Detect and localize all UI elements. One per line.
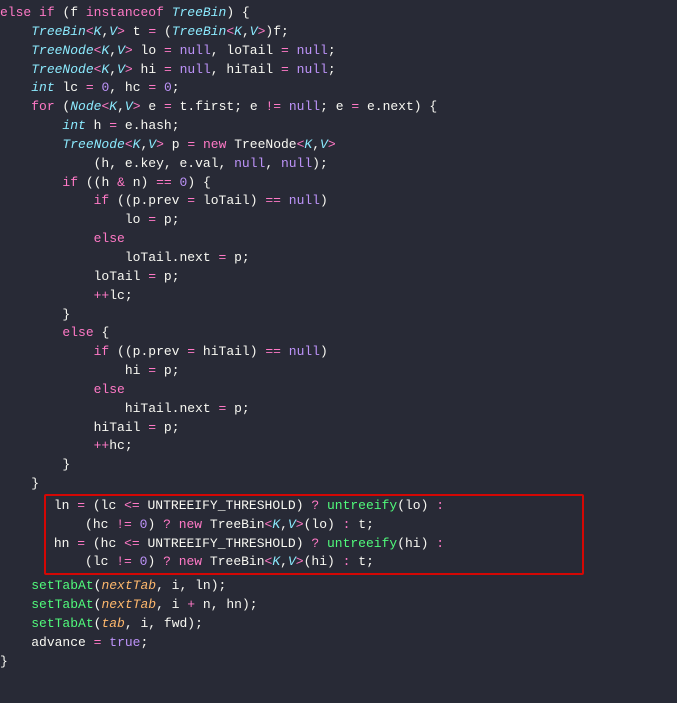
code-line: int h = e.hash; — [0, 117, 677, 136]
code-line: } — [0, 653, 677, 672]
keyword-else: else — [0, 5, 31, 20]
code-line: else — [0, 230, 677, 249]
code-line: TreeNode<K,V> p = new TreeNode<K,V> — [0, 136, 677, 155]
code-line: else if (f instanceof TreeBin) { — [0, 4, 677, 23]
code-line: loTail = p; — [0, 268, 677, 287]
code-line: TreeNode<K,V> lo = null, loTail = null; — [0, 42, 677, 61]
code-line: } — [0, 475, 677, 494]
highlight-box: ln = (lc <= UNTREEIFY_THRESHOLD) ? untre… — [44, 494, 584, 575]
code-line: if ((p.prev = loTail) == null) — [0, 192, 677, 211]
code-line: lo = p; — [0, 211, 677, 230]
code-line: TreeNode<K,V> hi = null, hiTail = null; — [0, 61, 677, 80]
keyword-instanceof: instanceof — [86, 5, 164, 20]
code-line: if ((h & n) == 0) { — [0, 174, 677, 193]
code-line: ++lc; — [0, 287, 677, 306]
code-line: (h, e.key, e.val, null, null); — [0, 155, 677, 174]
code-line: TreeBin<K,V> t = (TreeBin<K,V>)f; — [0, 23, 677, 42]
code-line: loTail.next = p; — [0, 249, 677, 268]
code-line: setTabAt(nextTab, i + n, hn); — [0, 596, 677, 615]
code-line: hn = (hc <= UNTREEIFY_THRESHOLD) ? untre… — [46, 535, 582, 554]
code-line: else { — [0, 324, 677, 343]
code-line: hiTail.next = p; — [0, 400, 677, 419]
code-line: setTabAt(tab, i, fwd); — [0, 615, 677, 634]
keyword-if: if — [39, 5, 55, 20]
code-line: else — [0, 381, 677, 400]
code-line: ++hc; — [0, 437, 677, 456]
code-line: (hc != 0) ? new TreeBin<K,V>(lo) : t; — [46, 516, 582, 535]
code-line: advance = true; — [0, 634, 677, 653]
code-line: int lc = 0, hc = 0; — [0, 79, 677, 98]
code-line: (lc != 0) ? new TreeBin<K,V>(hi) : t; — [46, 553, 582, 572]
code-editor[interactable]: else if (f instanceof TreeBin) { TreeBin… — [0, 4, 677, 672]
code-line: ln = (lc <= UNTREEIFY_THRESHOLD) ? untre… — [46, 497, 582, 516]
code-line: hi = p; — [0, 362, 677, 381]
code-line: hiTail = p; — [0, 419, 677, 438]
code-line: } — [0, 456, 677, 475]
code-line: if ((p.prev = hiTail) == null) — [0, 343, 677, 362]
code-line: setTabAt(nextTab, i, ln); — [0, 577, 677, 596]
code-line: } — [0, 306, 677, 325]
code-line: for (Node<K,V> e = t.first; e != null; e… — [0, 98, 677, 117]
